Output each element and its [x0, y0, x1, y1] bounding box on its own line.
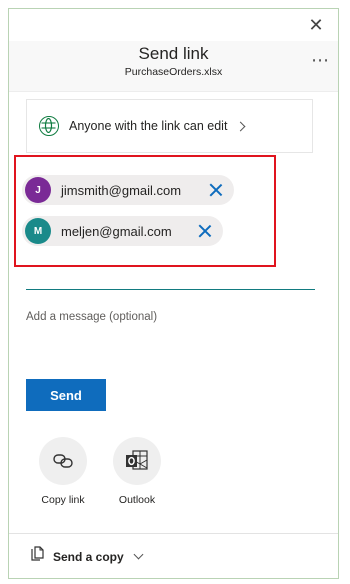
recipient-input-underline [26, 289, 315, 290]
outlook-label: Outlook [118, 494, 156, 506]
close-icon[interactable]: ✕ [308, 16, 324, 34]
outlook-button[interactable]: Outlook [102, 437, 172, 506]
send-button[interactable]: Send [26, 379, 106, 411]
copy-link-button[interactable]: Copy link [28, 437, 98, 506]
remove-recipient-icon[interactable] [198, 224, 212, 238]
recipients-highlight [14, 155, 276, 267]
message-input[interactable]: Add a message (optional) [26, 311, 315, 323]
dialog-title: Send link [138, 44, 209, 63]
copy-icon [31, 546, 45, 567]
send-a-copy-label: Send a copy [53, 549, 124, 564]
send-link-dialog: ✕ Send link PurchaseOrders.xlsx ⋯ Anyone… [8, 8, 339, 579]
outlook-icon [113, 437, 161, 485]
remove-recipient-icon[interactable] [209, 183, 223, 197]
file-name: PurchaseOrders.xlsx [124, 66, 223, 78]
globe-icon [39, 116, 59, 136]
recipient-email: jimsmith@gmail.com [61, 182, 182, 198]
avatar: M [25, 218, 51, 244]
avatar: J [25, 177, 51, 203]
chevron-right-icon [235, 121, 246, 131]
recipient-chip[interactable]: M meljen@gmail.com [22, 216, 223, 246]
link-icon [39, 437, 87, 485]
recipient-chip[interactable]: J jimsmith@gmail.com [22, 175, 234, 205]
dialog-header: Send link PurchaseOrders.xlsx ⋯ [9, 41, 338, 92]
recipient-email: meljen@gmail.com [61, 223, 172, 239]
link-permission-label: Anyone with the link can edit [69, 119, 228, 133]
send-a-copy-button[interactable]: Send a copy [9, 533, 338, 579]
more-options-icon[interactable]: ⋯ [311, 50, 330, 71]
chevron-down-icon [133, 549, 144, 560]
link-permission-button[interactable]: Anyone with the link can edit [26, 99, 313, 153]
copy-link-label: Copy link [41, 494, 85, 506]
